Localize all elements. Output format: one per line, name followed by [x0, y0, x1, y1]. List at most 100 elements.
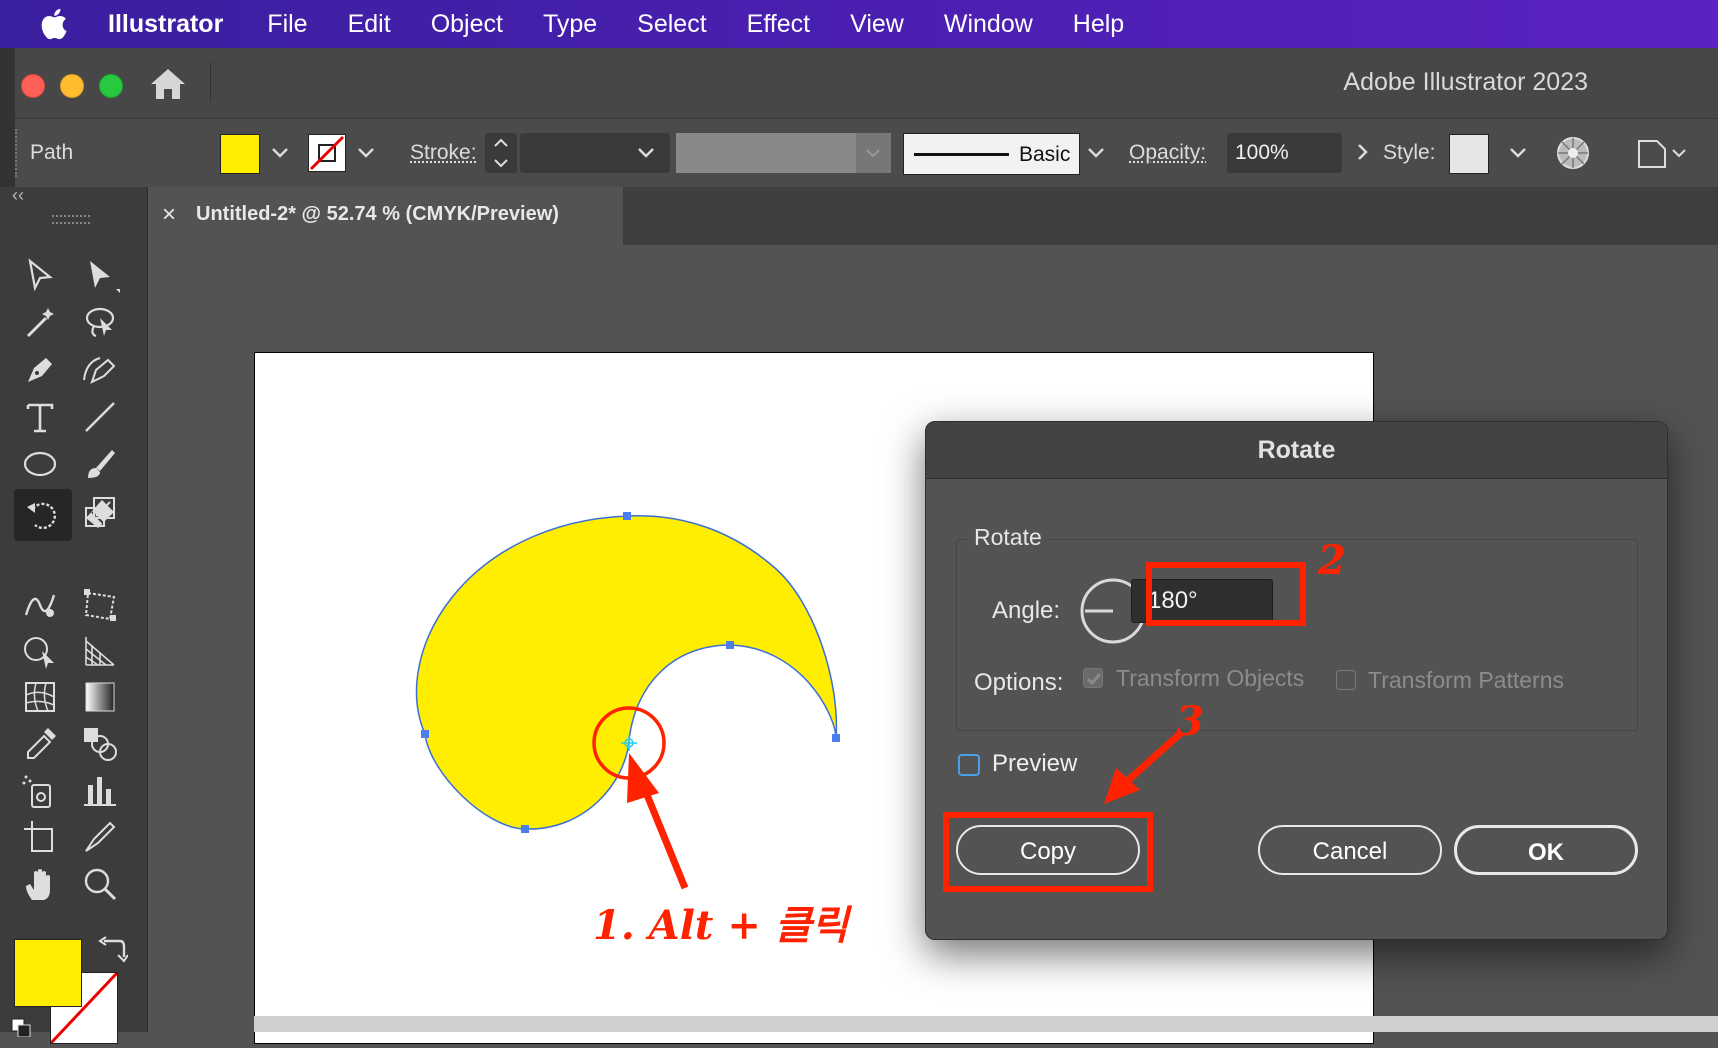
stroke-color-swatch[interactable] — [308, 134, 346, 172]
variable-width-profile[interactable] — [676, 133, 856, 173]
menu-object[interactable]: Object — [431, 10, 503, 39]
menu-effect[interactable]: Effect — [747, 10, 810, 39]
direct-selection-arrow-icon — [80, 255, 120, 295]
column-graph-tool[interactable] — [80, 771, 124, 813]
apple-icon[interactable] — [38, 6, 74, 42]
fill-color-swatch[interactable] — [220, 134, 260, 174]
home-icon[interactable] — [148, 66, 188, 102]
swap-fill-stroke-icon[interactable] — [98, 935, 128, 963]
default-fill-stroke-icon[interactable] — [10, 1017, 36, 1037]
preview-checkbox[interactable] — [958, 754, 980, 776]
type-tool[interactable] — [20, 397, 64, 439]
cancel-button[interactable]: Cancel — [1258, 825, 1442, 875]
menu-view[interactable]: View — [850, 10, 904, 39]
menu-file[interactable]: File — [267, 10, 307, 39]
zoom-window-button[interactable] — [99, 74, 123, 98]
chevron-down-icon — [856, 133, 891, 173]
dialog-title: Rotate — [926, 422, 1667, 479]
paintbrush-tool[interactable] — [80, 444, 124, 486]
selection-tool[interactable] — [20, 255, 64, 297]
menu-help[interactable]: Help — [1073, 10, 1124, 39]
pen-nib-icon — [20, 350, 60, 390]
mesh-tool[interactable] — [20, 677, 64, 719]
selection-type-label: Path — [30, 141, 73, 165]
annotation-arrow-3 — [1096, 724, 1196, 814]
menu-window[interactable]: Window — [944, 10, 1033, 39]
fill-swatch[interactable] — [14, 939, 82, 1007]
artboard-tool[interactable] — [20, 817, 64, 859]
warp-tool[interactable] — [20, 585, 64, 627]
tools-panel: ‹‹ — [0, 187, 148, 1032]
close-window-button[interactable] — [21, 74, 45, 98]
checkmark-icon — [1084, 669, 1104, 689]
anchor-point[interactable] — [521, 825, 529, 833]
transform-objects-checkbox[interactable] — [1083, 668, 1103, 688]
minimize-window-button[interactable] — [60, 74, 84, 98]
direct-selection-tool[interactable] — [80, 255, 124, 297]
rotate-icon — [23, 495, 63, 535]
magic-wand-tool[interactable] — [20, 302, 64, 344]
chevron-right-icon[interactable] — [1349, 139, 1375, 165]
chevron-down-icon[interactable] — [1505, 139, 1531, 165]
pen-tool[interactable] — [20, 350, 64, 392]
slice-tool[interactable] — [80, 817, 124, 859]
zoom-tool[interactable] — [80, 864, 124, 906]
chevron-down-icon[interactable] — [353, 139, 379, 165]
ellipse-tool[interactable] — [20, 444, 64, 486]
transform-patterns-label: Transform Patterns — [1368, 667, 1564, 694]
document-setup-icon[interactable] — [1633, 133, 1689, 173]
opacity-input[interactable]: 100% — [1227, 133, 1342, 173]
anchor-point[interactable] — [726, 641, 734, 649]
blend-tool[interactable] — [80, 724, 124, 766]
stroke-label[interactable]: Stroke: — [410, 141, 477, 165]
scale-tool[interactable] — [80, 492, 124, 534]
curvature-tool[interactable] — [80, 350, 124, 392]
transform-patterns-checkbox[interactable] — [1336, 670, 1356, 690]
magnifier-icon — [80, 864, 120, 904]
chevron-down-icon[interactable] — [267, 139, 293, 165]
line-segment-icon — [80, 397, 120, 437]
close-tab-icon[interactable]: × — [162, 201, 176, 229]
graphic-style-swatch[interactable] — [1449, 134, 1489, 174]
lasso-tool[interactable] — [80, 302, 124, 344]
gradient-tool[interactable] — [80, 677, 124, 719]
perspective-grid-tool[interactable] — [80, 631, 124, 673]
brush-definition-dropdown[interactable]: Basic — [903, 133, 1080, 175]
line-segment-tool[interactable] — [80, 397, 124, 439]
shape-builder-tool[interactable] — [20, 631, 64, 673]
curvature-pen-icon — [80, 350, 120, 390]
anchor-point[interactable] — [623, 512, 631, 520]
control-bar: Path Stroke: Basic Opacity: 100% Style: — [15, 119, 1718, 187]
eyedropper-tool[interactable] — [20, 724, 64, 766]
document-tab[interactable]: × Untitled-2* @ 52.74 % (CMYK/Preview) — [148, 187, 623, 245]
brush-definition-label: Basic — [1019, 143, 1070, 167]
free-transform-tool[interactable] — [80, 585, 124, 627]
tab-bar-edge — [1700, 187, 1718, 245]
collapse-panel-icon[interactable]: ‹‹ — [12, 185, 24, 206]
menu-edit[interactable]: Edit — [348, 10, 391, 39]
opacity-label[interactable]: Opacity: — [1129, 141, 1206, 165]
menu-type[interactable]: Type — [543, 10, 597, 39]
horizontal-scrollbar[interactable] — [254, 1016, 1718, 1032]
document-tab-bar: × Untitled-2* @ 52.74 % (CMYK/Preview) — [148, 187, 1718, 245]
lasso-icon — [80, 302, 120, 342]
menu-app-name[interactable]: Illustrator — [108, 10, 223, 39]
anchor-point[interactable] — [832, 734, 840, 742]
document-tab-title: Untitled-2* @ 52.74 % (CMYK/Preview) — [196, 203, 559, 226]
chevron-down-icon[interactable] — [633, 139, 659, 165]
control-bar-grip[interactable] — [15, 129, 20, 177]
anchor-point[interactable] — [421, 730, 429, 738]
ok-button[interactable]: OK — [1454, 825, 1638, 875]
hand-tool[interactable] — [20, 864, 64, 906]
menu-select[interactable]: Select — [637, 10, 706, 39]
recolor-artwork-icon[interactable] — [1555, 135, 1591, 171]
rotate-tool[interactable] — [14, 489, 72, 541]
yellow-path-shape[interactable] — [417, 516, 837, 829]
chevron-down-icon[interactable] — [1083, 139, 1109, 165]
hand-icon — [20, 864, 60, 904]
panel-grip[interactable] — [52, 215, 90, 224]
symbol-sprayer-tool[interactable] — [20, 771, 64, 813]
variable-width-dropdown[interactable] — [856, 133, 891, 173]
menu-bar: Illustrator File Edit Object Type Select… — [0, 0, 1718, 48]
stroke-weight-stepper[interactable] — [485, 133, 517, 173]
